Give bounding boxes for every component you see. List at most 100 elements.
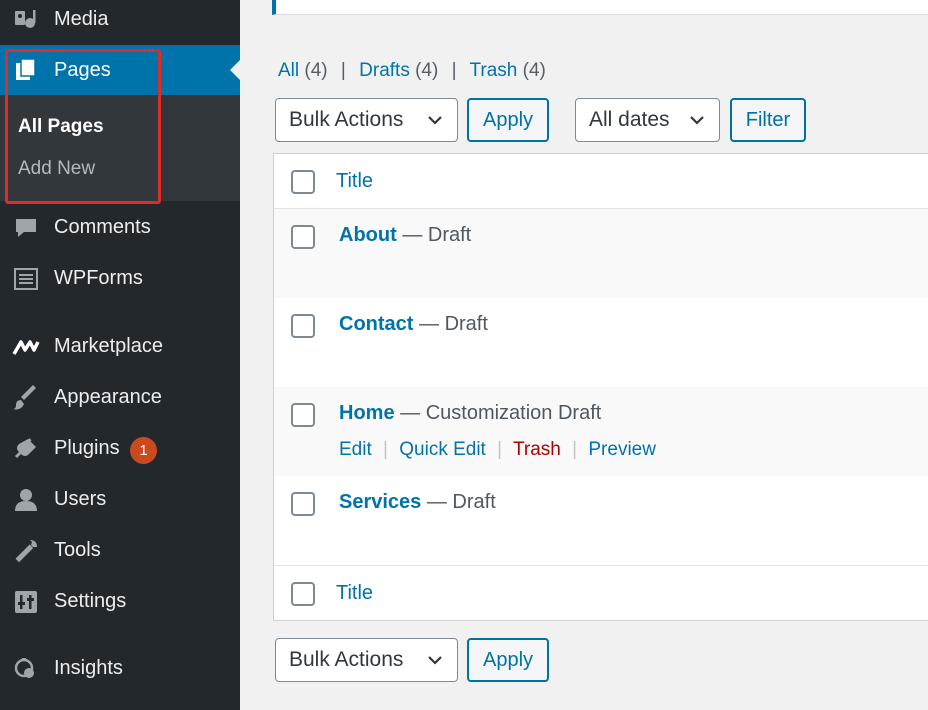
page-title-link[interactable]: Home [339, 402, 395, 424]
appearance-icon [12, 384, 40, 412]
main-content: All (4) | Drafts (4) | Trash (4) Bulk Ac… [240, 0, 928, 710]
menu-label-plugins: Plugins [54, 437, 120, 459]
media-icon [12, 6, 40, 34]
row-title: Services — Draft [339, 491, 496, 514]
bulk-actions-select-bottom[interactable]: Bulk Actions [275, 638, 458, 682]
table-header: Title [274, 154, 928, 208]
pages-table: Title About — Draft Contact — Draft Home… [273, 153, 928, 621]
column-header-title[interactable]: Title [336, 170, 373, 193]
menu-item-pages[interactable]: Pages [0, 45, 240, 95]
menu-label-media: Media [54, 8, 109, 30]
menu-item-appearance[interactable]: Appearance [0, 372, 240, 423]
chevron-down-icon [690, 116, 704, 125]
chevron-down-icon [428, 116, 442, 125]
pages-submenu: All Pages Add New [0, 95, 240, 201]
view-all-count: (4) [304, 60, 328, 81]
menu-label-users: Users [54, 488, 107, 510]
quick-edit-link[interactable]: Quick Edit [399, 439, 486, 460]
select-all-checkbox-footer[interactable] [291, 582, 315, 606]
table-row: About — Draft [274, 209, 928, 298]
menu-item-wpforms[interactable]: WPForms [0, 253, 240, 304]
column-footer-title[interactable]: Title [336, 582, 373, 605]
settings-icon [12, 588, 40, 616]
bulk-actions-value: Bulk Actions [289, 108, 404, 131]
view-separator: | [340, 60, 346, 81]
plugins-update-badge: 1 [130, 437, 157, 464]
select-all-checkbox[interactable] [291, 170, 315, 194]
apply-button-top[interactable]: Apply [467, 98, 549, 142]
page-title-link[interactable]: Contact [339, 313, 413, 335]
title-separator: — [402, 224, 428, 246]
view-trash-count: (4) [522, 60, 546, 81]
row-title: Home — Customization Draft [339, 402, 601, 425]
menu-item-comments[interactable]: Comments [0, 202, 240, 253]
view-drafts-link[interactable]: Drafts [359, 60, 410, 81]
submenu-add-new[interactable]: Add New [18, 158, 95, 180]
dates-select[interactable]: All dates [575, 98, 720, 142]
bulk-actions-select-top[interactable]: Bulk Actions [275, 98, 458, 142]
row-title: About — Draft [339, 224, 471, 247]
wpforms-icon [12, 265, 40, 293]
page-title-link[interactable]: Services [339, 491, 421, 513]
table-footer: Title [274, 566, 928, 620]
menu-label-settings: Settings [54, 590, 127, 612]
insights-icon [12, 655, 40, 683]
view-trash-link[interactable]: Trash [470, 60, 518, 81]
post-state: Customization Draft [425, 402, 602, 424]
marketplace-icon [12, 333, 40, 361]
menu-label-marketplace: Marketplace [54, 335, 163, 357]
users-icon [12, 486, 40, 514]
menu-label-comments: Comments [54, 216, 151, 238]
trash-link[interactable]: Trash [513, 439, 561, 460]
row-checkbox[interactable] [291, 314, 315, 338]
menu-item-users[interactable]: Users [0, 474, 240, 525]
filter-button[interactable]: Filter [730, 98, 806, 142]
menu-label-appearance: Appearance [54, 386, 162, 408]
post-state: Draft [444, 313, 488, 335]
submenu-all-pages[interactable]: All Pages [18, 116, 104, 138]
row-checkbox[interactable] [291, 225, 315, 249]
subsubsub-views: All (4) | Drafts (4) | Trash (4) [278, 60, 546, 82]
edit-link[interactable]: Edit [339, 439, 372, 460]
table-row: Contact — Draft [274, 298, 928, 387]
title-separator: — [419, 313, 445, 335]
dates-value: All dates [589, 108, 670, 131]
apply-button-bottom[interactable]: Apply [467, 638, 549, 682]
action-separator: | [572, 439, 578, 460]
tools-icon [12, 537, 40, 565]
menu-item-tools[interactable]: Tools [0, 525, 240, 576]
table-row: Home — Customization Draft Edit | Quick … [274, 387, 928, 476]
action-separator: | [497, 439, 503, 460]
view-drafts-count: (4) [415, 60, 439, 81]
page-title-link[interactable]: About [339, 224, 397, 246]
row-title: Contact — Draft [339, 313, 488, 336]
row-checkbox[interactable] [291, 403, 315, 427]
admin-sidebar: Media Pages All Pages Add New Comments W… [0, 0, 240, 710]
chevron-down-icon [428, 656, 442, 665]
action-separator: | [383, 439, 388, 460]
menu-label-wpforms: WPForms [54, 267, 143, 289]
view-separator: | [451, 60, 457, 81]
row-checkbox[interactable] [291, 492, 315, 516]
menu-label-pages: Pages [54, 58, 111, 81]
title-separator: — [400, 402, 426, 424]
menu-item-settings[interactable]: Settings [0, 576, 240, 627]
post-state: Draft [427, 224, 472, 246]
bulk-actions-value: Bulk Actions [289, 648, 404, 671]
row-actions: Edit | Quick Edit | Trash | Preview [339, 439, 656, 461]
pages-icon [12, 56, 40, 84]
menu-item-media[interactable]: Media [0, 0, 240, 45]
menu-item-plugins[interactable]: Plugins 1 [0, 423, 240, 474]
post-state: Draft [452, 491, 496, 513]
view-all-link[interactable]: All [278, 60, 299, 81]
comments-icon [12, 214, 40, 242]
title-separator: — [426, 491, 453, 513]
preview-link[interactable]: Preview [588, 439, 656, 460]
plugins-icon [12, 435, 40, 463]
menu-label-tools: Tools [54, 539, 101, 561]
menu-item-marketplace[interactable]: Marketplace [0, 321, 240, 372]
admin-notice [272, 0, 928, 15]
table-row: Services — Draft [274, 476, 928, 565]
menu-item-insights[interactable]: Insights [0, 643, 240, 694]
menu-label-insights: Insights [54, 657, 123, 679]
